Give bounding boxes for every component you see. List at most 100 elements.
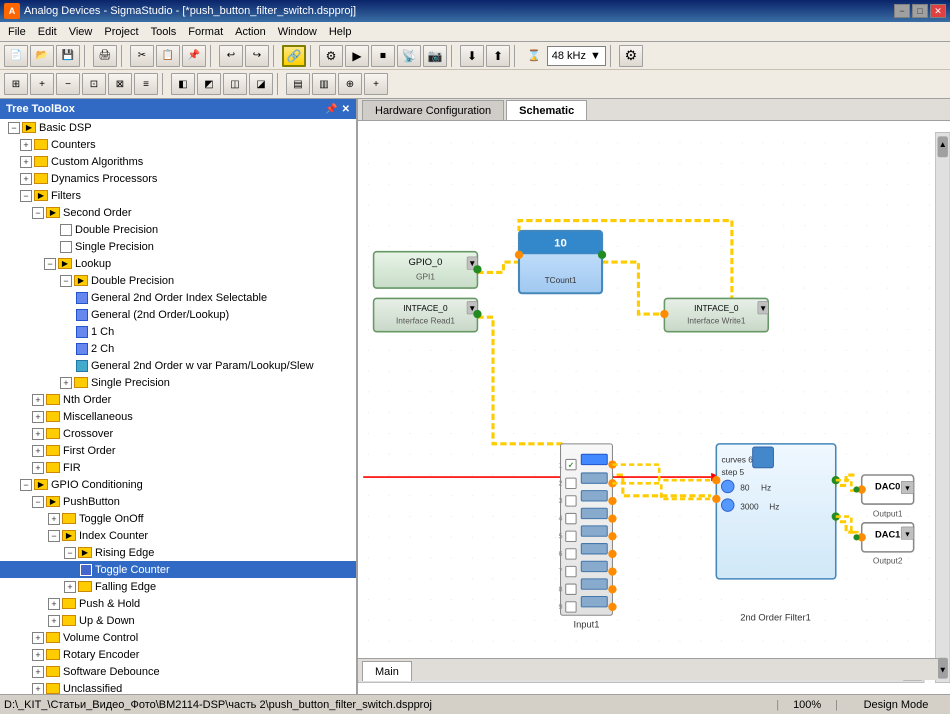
tree-gen-2nd-var[interactable]: General 2nd Order w var Param/Lookup/Sle… (0, 357, 356, 374)
expand-single-lookup[interactable]: + (60, 377, 72, 389)
tree-pin-button[interactable]: 📌 (325, 104, 337, 115)
tree-filters[interactable]: − ▶ Filters (0, 187, 356, 204)
tree-toggle-counter[interactable]: Toggle Counter (0, 561, 356, 578)
dac1-out-port[interactable] (853, 534, 859, 540)
capture-button[interactable]: 📷 (423, 45, 447, 67)
ch8-checkbox[interactable] (566, 584, 576, 594)
paste-button[interactable]: 📌 (182, 45, 206, 67)
ch6-checkbox[interactable] (566, 549, 576, 559)
close-button[interactable]: ✕ (930, 4, 946, 18)
save-button[interactable]: 💾 (56, 45, 80, 67)
tree-sw-debounce[interactable]: + Software Debounce (0, 663, 356, 680)
tb-b1[interactable]: ◧ (171, 73, 195, 95)
expand-nth-order[interactable]: + (32, 394, 44, 406)
tree-unclassified[interactable]: + Unclassified (0, 680, 356, 694)
expand-rising-edge[interactable]: − (64, 547, 76, 559)
timer-out-port[interactable] (598, 251, 606, 259)
tree-1ch[interactable]: 1 Ch (0, 323, 356, 340)
tree-push-hold[interactable]: + Push & Hold (0, 595, 356, 612)
expand-dbl-prec-lookup[interactable]: − (60, 275, 72, 287)
menu-edit[interactable]: Edit (32, 24, 63, 40)
tree-gen-2nd-idx[interactable]: General 2nd Order Index Selectable (0, 289, 356, 306)
tb-b2[interactable]: ◩ (197, 73, 221, 95)
filter-in2-port[interactable] (712, 495, 720, 503)
run-button[interactable]: ▶ (345, 45, 369, 67)
tb-b8[interactable]: + (364, 73, 388, 95)
tree-gpio-cond[interactable]: − ▶ GPIO Conditioning (0, 476, 356, 493)
tree-crossover[interactable]: + Crossover (0, 425, 356, 442)
ch4-checkbox[interactable] (566, 513, 576, 523)
input-out3-port[interactable] (608, 497, 616, 505)
menu-format[interactable]: Format (182, 24, 229, 40)
tb-b7[interactable]: ⊕ (338, 73, 362, 95)
tree-gen-2nd-lookup[interactable]: General (2nd Order/Lookup) (0, 306, 356, 323)
tree-second-order[interactable]: − ▶ Second Order (0, 204, 356, 221)
ch1-bar[interactable] (581, 454, 607, 464)
tab-main[interactable]: Main (362, 661, 412, 681)
expand-second-order[interactable]: − (32, 207, 44, 219)
input-out4-port[interactable] (608, 514, 616, 522)
open-button[interactable]: 📂 (30, 45, 54, 67)
expand-toggle-onoff[interactable]: + (48, 513, 60, 525)
menu-tools[interactable]: Tools (145, 24, 183, 40)
tree-custom-alg[interactable]: + Custom Algorithms (0, 153, 356, 170)
menu-project[interactable]: Project (98, 24, 144, 40)
cut-button[interactable]: ✂ (130, 45, 154, 67)
tree-misc[interactable]: + Miscellaneous (0, 408, 356, 425)
input-out7-port[interactable] (608, 567, 616, 575)
new-button[interactable]: 📄 (4, 45, 28, 67)
copy-button[interactable]: 📋 (156, 45, 180, 67)
ch7-checkbox[interactable] (566, 566, 576, 576)
grid-button[interactable]: ⊡ (82, 73, 106, 95)
tb-b3[interactable]: ◫ (223, 73, 247, 95)
tree-lookup[interactable]: − ▶ Lookup (0, 255, 356, 272)
expand-basic-dsp[interactable]: − (8, 122, 20, 134)
schematic-canvas[interactable]: GPIO_0 ▼ GPI1 10 TCount1 INTFACE_0 (358, 121, 950, 694)
undo-button[interactable]: ↩ (219, 45, 243, 67)
tree-double-prec-1[interactable]: Double Precision (0, 221, 356, 238)
menu-help[interactable]: Help (323, 24, 358, 40)
ch3-checkbox[interactable] (566, 496, 576, 506)
expand-gpio-cond[interactable]: − (20, 479, 32, 491)
stop-button[interactable]: ⏹ (371, 45, 395, 67)
tree-falling-edge[interactable]: + Falling Edge (0, 578, 356, 595)
tree-pushbutton[interactable]: − ▶ PushButton (0, 493, 356, 510)
tree-toggle-onoff[interactable]: + Toggle OnOff (0, 510, 356, 527)
tab-schematic[interactable]: Schematic (506, 100, 587, 120)
input-out8-port[interactable] (608, 585, 616, 593)
tree-counters[interactable]: + Counters (0, 136, 356, 153)
menu-view[interactable]: View (63, 24, 99, 40)
snap-button[interactable]: ⊠ (108, 73, 132, 95)
expand-unclassified[interactable]: + (32, 683, 44, 695)
menu-file[interactable]: File (2, 24, 32, 40)
tree-up-down[interactable]: + Up & Down (0, 612, 356, 629)
ch2-checkbox[interactable] (566, 478, 576, 488)
input-out5-port[interactable] (608, 532, 616, 540)
tree-fir[interactable]: + FIR (0, 459, 356, 476)
zoom-fit-button[interactable]: ⊞ (4, 73, 28, 95)
tree-rotary-encoder[interactable]: + Rotary Encoder (0, 646, 356, 663)
filter-freq2-knob[interactable] (722, 499, 734, 511)
expand-custom-alg[interactable]: + (20, 156, 32, 168)
ch9-checkbox[interactable] (566, 602, 576, 612)
tree-dbl-prec-lookup[interactable]: − ▶ Double Precision (0, 272, 356, 289)
tree-basic-dsp[interactable]: − ▶ Basic DSP (0, 119, 356, 136)
tree-nth-order[interactable]: + Nth Order (0, 391, 356, 408)
expand-crossover[interactable]: + (32, 428, 44, 440)
dac0-out-port[interactable] (853, 486, 859, 492)
input-out6-port[interactable] (608, 550, 616, 558)
compile-button[interactable]: ⚙ (319, 45, 343, 67)
print-button[interactable]: 🖨 (93, 45, 117, 67)
right-scrollbar[interactable] (935, 132, 950, 682)
expand-lookup[interactable]: − (44, 258, 56, 270)
redo-button[interactable]: ↪ (245, 45, 269, 67)
maximize-button[interactable]: □ (912, 4, 928, 18)
tab-hardware-config[interactable]: Hardware Configuration (362, 100, 504, 120)
gpio-out-port[interactable] (473, 265, 481, 273)
zoom-in-button[interactable]: + (30, 73, 54, 95)
tree-volume-control[interactable]: + Volume Control (0, 629, 356, 646)
expand-first-order[interactable]: + (32, 445, 44, 457)
expand-falling-edge[interactable]: + (64, 581, 76, 593)
ch5-checkbox[interactable] (566, 531, 576, 541)
expand-misc[interactable]: + (32, 411, 44, 423)
